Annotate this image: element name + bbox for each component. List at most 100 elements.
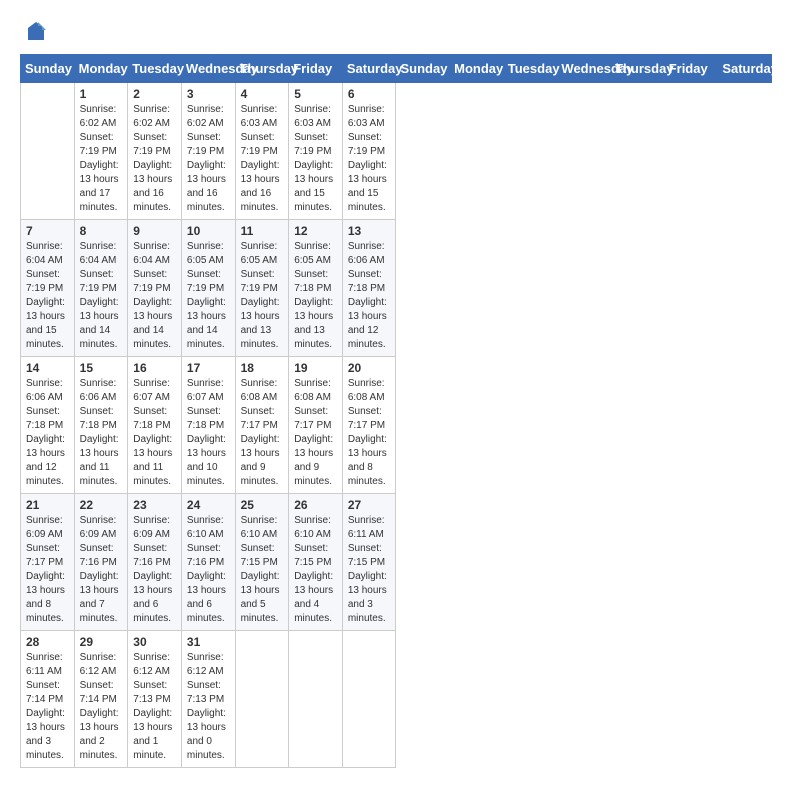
calendar-cell: 26 Sunrise: 6:10 AMSunset: 7:15 PMDaylig…	[289, 494, 343, 631]
day-number: 18	[241, 361, 284, 375]
week-row-3: 14 Sunrise: 6:06 AMSunset: 7:18 PMDaylig…	[21, 357, 772, 494]
calendar-cell: 29 Sunrise: 6:12 AMSunset: 7:14 PMDaylig…	[74, 631, 128, 768]
logo	[20, 20, 48, 44]
calendar-cell: 25 Sunrise: 6:10 AMSunset: 7:15 PMDaylig…	[235, 494, 289, 631]
calendar-cell	[21, 83, 75, 220]
calendar-cell: 3 Sunrise: 6:02 AMSunset: 7:19 PMDayligh…	[181, 83, 235, 220]
day-number: 13	[348, 224, 391, 238]
day-info: Sunrise: 6:02 AMSunset: 7:19 PMDaylight:…	[80, 103, 123, 215]
calendar-cell: 5 Sunrise: 6:03 AMSunset: 7:19 PMDayligh…	[289, 83, 343, 220]
day-header-thursday: Thursday	[611, 55, 665, 83]
day-number: 3	[187, 87, 230, 101]
calendar-cell: 22 Sunrise: 6:09 AMSunset: 7:16 PMDaylig…	[74, 494, 128, 631]
calendar-cell	[342, 631, 396, 768]
calendar-cell: 23 Sunrise: 6:09 AMSunset: 7:16 PMDaylig…	[128, 494, 182, 631]
day-number: 10	[187, 224, 230, 238]
day-info: Sunrise: 6:03 AMSunset: 7:19 PMDaylight:…	[348, 103, 391, 215]
calendar-cell: 27 Sunrise: 6:11 AMSunset: 7:15 PMDaylig…	[342, 494, 396, 631]
day-number: 7	[26, 224, 69, 238]
day-number: 23	[133, 498, 176, 512]
day-number: 27	[348, 498, 391, 512]
calendar-cell: 18 Sunrise: 6:08 AMSunset: 7:17 PMDaylig…	[235, 357, 289, 494]
day-info: Sunrise: 6:02 AMSunset: 7:19 PMDaylight:…	[187, 103, 230, 215]
day-info: Sunrise: 6:12 AMSunset: 7:14 PMDaylight:…	[80, 651, 123, 763]
day-info: Sunrise: 6:07 AMSunset: 7:18 PMDaylight:…	[133, 377, 176, 489]
day-number: 17	[187, 361, 230, 375]
day-number: 15	[80, 361, 123, 375]
day-info: Sunrise: 6:03 AMSunset: 7:19 PMDaylight:…	[241, 103, 284, 215]
calendar-cell: 17 Sunrise: 6:07 AMSunset: 7:18 PMDaylig…	[181, 357, 235, 494]
day-header-sunday: Sunday	[396, 55, 450, 83]
day-number: 24	[187, 498, 230, 512]
logo-icon	[24, 20, 48, 44]
day-info: Sunrise: 6:12 AMSunset: 7:13 PMDaylight:…	[187, 651, 230, 763]
calendar-cell	[289, 631, 343, 768]
calendar-cell: 2 Sunrise: 6:02 AMSunset: 7:19 PMDayligh…	[128, 83, 182, 220]
calendar-cell: 11 Sunrise: 6:05 AMSunset: 7:19 PMDaylig…	[235, 220, 289, 357]
day-info: Sunrise: 6:10 AMSunset: 7:16 PMDaylight:…	[187, 514, 230, 626]
day-number: 1	[80, 87, 123, 101]
day-number: 22	[80, 498, 123, 512]
day-info: Sunrise: 6:12 AMSunset: 7:13 PMDaylight:…	[133, 651, 176, 763]
calendar-cell: 15 Sunrise: 6:06 AMSunset: 7:18 PMDaylig…	[74, 357, 128, 494]
day-info: Sunrise: 6:10 AMSunset: 7:15 PMDaylight:…	[294, 514, 337, 626]
calendar-cell: 8 Sunrise: 6:04 AMSunset: 7:19 PMDayligh…	[74, 220, 128, 357]
calendar-cell: 6 Sunrise: 6:03 AMSunset: 7:19 PMDayligh…	[342, 83, 396, 220]
week-row-2: 7 Sunrise: 6:04 AMSunset: 7:19 PMDayligh…	[21, 220, 772, 357]
day-number: 8	[80, 224, 123, 238]
day-info: Sunrise: 6:11 AMSunset: 7:14 PMDaylight:…	[26, 651, 69, 763]
calendar-cell: 20 Sunrise: 6:08 AMSunset: 7:17 PMDaylig…	[342, 357, 396, 494]
day-info: Sunrise: 6:10 AMSunset: 7:15 PMDaylight:…	[241, 514, 284, 626]
day-number: 9	[133, 224, 176, 238]
day-info: Sunrise: 6:09 AMSunset: 7:16 PMDaylight:…	[80, 514, 123, 626]
calendar-cell	[235, 631, 289, 768]
day-info: Sunrise: 6:11 AMSunset: 7:15 PMDaylight:…	[348, 514, 391, 626]
week-row-5: 28 Sunrise: 6:11 AMSunset: 7:14 PMDaylig…	[21, 631, 772, 768]
day-info: Sunrise: 6:03 AMSunset: 7:19 PMDaylight:…	[294, 103, 337, 215]
day-info: Sunrise: 6:06 AMSunset: 7:18 PMDaylight:…	[26, 377, 69, 489]
day-number: 5	[294, 87, 337, 101]
day-number: 25	[241, 498, 284, 512]
day-header-wednesday: Wednesday	[557, 55, 611, 83]
day-header-friday: Friday	[664, 55, 718, 83]
day-number: 31	[187, 635, 230, 649]
calendar-cell: 9 Sunrise: 6:04 AMSunset: 7:19 PMDayligh…	[128, 220, 182, 357]
day-header-tuesday: Tuesday	[128, 55, 182, 83]
day-info: Sunrise: 6:09 AMSunset: 7:16 PMDaylight:…	[133, 514, 176, 626]
day-number: 28	[26, 635, 69, 649]
day-header-saturday: Saturday	[718, 55, 772, 83]
page-header	[20, 20, 772, 44]
day-number: 26	[294, 498, 337, 512]
day-info: Sunrise: 6:05 AMSunset: 7:19 PMDaylight:…	[241, 240, 284, 352]
day-info: Sunrise: 6:05 AMSunset: 7:18 PMDaylight:…	[294, 240, 337, 352]
day-info: Sunrise: 6:04 AMSunset: 7:19 PMDaylight:…	[133, 240, 176, 352]
day-header-sunday: Sunday	[21, 55, 75, 83]
day-info: Sunrise: 6:08 AMSunset: 7:17 PMDaylight:…	[348, 377, 391, 489]
calendar-cell: 28 Sunrise: 6:11 AMSunset: 7:14 PMDaylig…	[21, 631, 75, 768]
week-row-1: 1 Sunrise: 6:02 AMSunset: 7:19 PMDayligh…	[21, 83, 772, 220]
calendar-table: SundayMondayTuesdayWednesdayThursdayFrid…	[20, 54, 772, 768]
day-header-friday: Friday	[289, 55, 343, 83]
day-info: Sunrise: 6:02 AMSunset: 7:19 PMDaylight:…	[133, 103, 176, 215]
day-info: Sunrise: 6:06 AMSunset: 7:18 PMDaylight:…	[80, 377, 123, 489]
calendar-cell: 16 Sunrise: 6:07 AMSunset: 7:18 PMDaylig…	[128, 357, 182, 494]
day-number: 4	[241, 87, 284, 101]
day-header-wednesday: Wednesday	[181, 55, 235, 83]
day-info: Sunrise: 6:09 AMSunset: 7:17 PMDaylight:…	[26, 514, 69, 626]
day-number: 12	[294, 224, 337, 238]
day-number: 20	[348, 361, 391, 375]
day-header-saturday: Saturday	[342, 55, 396, 83]
day-header-thursday: Thursday	[235, 55, 289, 83]
day-header-tuesday: Tuesday	[503, 55, 557, 83]
day-number: 21	[26, 498, 69, 512]
day-number: 14	[26, 361, 69, 375]
calendar-cell: 14 Sunrise: 6:06 AMSunset: 7:18 PMDaylig…	[21, 357, 75, 494]
calendar-cell: 19 Sunrise: 6:08 AMSunset: 7:17 PMDaylig…	[289, 357, 343, 494]
calendar-cell: 1 Sunrise: 6:02 AMSunset: 7:19 PMDayligh…	[74, 83, 128, 220]
day-number: 30	[133, 635, 176, 649]
day-number: 29	[80, 635, 123, 649]
calendar-cell: 13 Sunrise: 6:06 AMSunset: 7:18 PMDaylig…	[342, 220, 396, 357]
calendar-cell: 30 Sunrise: 6:12 AMSunset: 7:13 PMDaylig…	[128, 631, 182, 768]
day-info: Sunrise: 6:08 AMSunset: 7:17 PMDaylight:…	[241, 377, 284, 489]
calendar-cell: 10 Sunrise: 6:05 AMSunset: 7:19 PMDaylig…	[181, 220, 235, 357]
